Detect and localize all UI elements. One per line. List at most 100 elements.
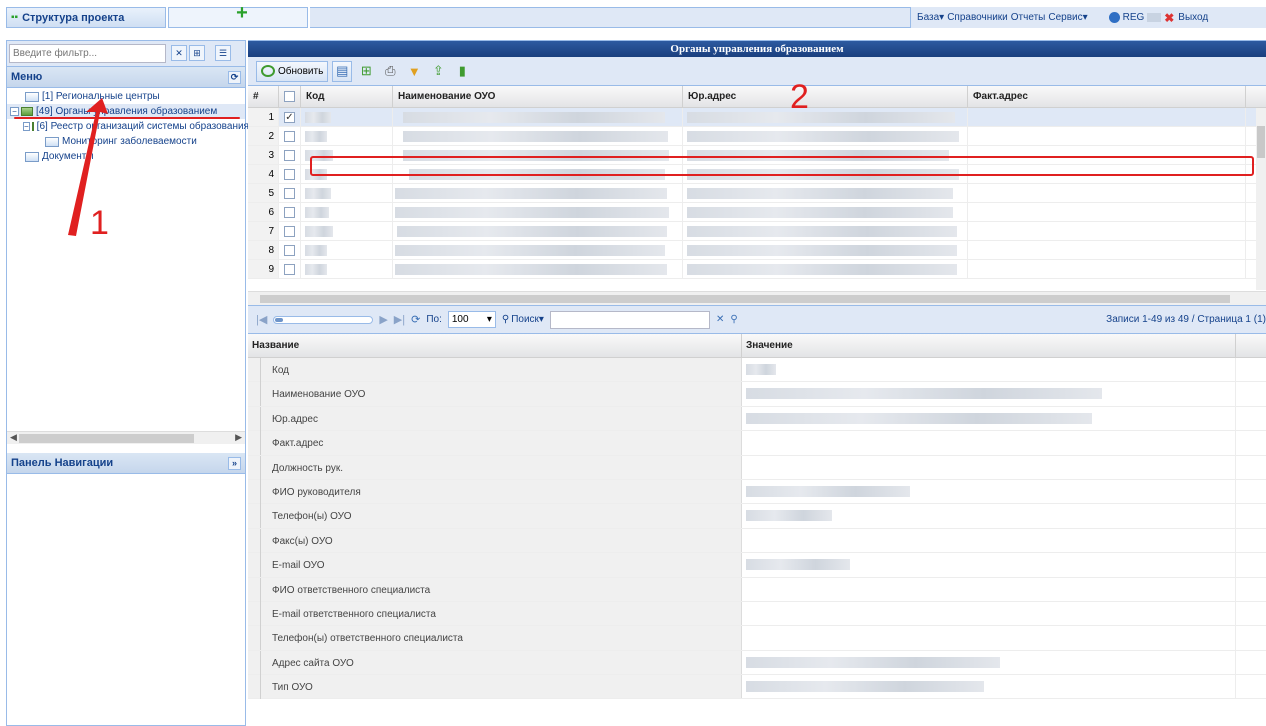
grid-vertical-scrollbar[interactable] <box>1256 108 1266 290</box>
search-dropdown[interactable]: ⚲ Поиск▾ <box>502 314 544 325</box>
scroll-thumb[interactable] <box>19 434 194 443</box>
add-tab-icon[interactable]: + <box>232 3 252 24</box>
prop-row[interactable]: ФИО ответственного специалиста <box>248 577 1266 602</box>
table-row[interactable]: 1 ✓ <box>248 108 1266 127</box>
prop-row[interactable]: Должность рук. <box>248 455 1266 480</box>
search-go-icon[interactable]: ⚲ <box>730 314 737 325</box>
prop-row[interactable]: E-mail ОУО <box>248 553 1266 578</box>
prop-row[interactable]: Юр.адрес <box>248 406 1266 432</box>
cell-fact-address <box>968 184 1246 202</box>
scroll-thumb[interactable] <box>260 295 1230 303</box>
table-row[interactable]: 8 <box>248 241 1266 260</box>
tree-item-registry[interactable]: − [6] Реестр организаций системы образов… <box>7 119 249 134</box>
scroll-left-icon[interactable]: ◀ <box>10 432 17 443</box>
first-page-icon[interactable]: |◀ <box>256 313 267 326</box>
prop-row[interactable]: Код <box>248 358 1266 383</box>
row-checkbox-cell[interactable] <box>279 165 301 183</box>
cell-name <box>393 127 683 145</box>
table-row[interactable]: 7 <box>248 222 1266 241</box>
cell-name <box>393 222 683 240</box>
add-record-icon[interactable]: ⊞ <box>356 61 376 82</box>
select-all-checkbox[interactable] <box>284 91 295 102</box>
clear-search-icon[interactable]: ✕ <box>716 314 724 325</box>
prop-name: E-mail ОУО <box>248 553 742 578</box>
col-jur-address[interactable]: Юр.адрес <box>683 86 968 107</box>
col-code[interactable]: Код <box>301 86 393 107</box>
menu-directories[interactable]: Справочники <box>947 12 1008 23</box>
export-icon[interactable]: ⇪ <box>428 61 448 82</box>
prop-extra <box>1236 529 1266 552</box>
collapse-icon[interactable]: − <box>23 122 30 131</box>
clear-filter-icon[interactable]: ✕ <box>171 45 187 61</box>
row-checkbox[interactable] <box>284 130 295 142</box>
collapse-icon[interactable]: − <box>10 107 19 116</box>
user-block[interactable]: REG <box>1108 12 1162 23</box>
scroll-thumb[interactable] <box>1257 126 1265 158</box>
row-checkbox-cell[interactable] <box>279 222 301 240</box>
exit-button[interactable]: ✖ Выход <box>1164 12 1208 24</box>
row-checkbox[interactable] <box>284 244 295 256</box>
chart-icon[interactable]: ▮ <box>452 61 472 82</box>
prop-row[interactable]: Телефон(ы) ОУО <box>248 504 1266 529</box>
nav-panel-header[interactable]: Панель Навигации » <box>7 453 245 474</box>
next-page-icon[interactable]: ▶ <box>379 313 387 326</box>
menu-horizontal-scrollbar[interactable]: ◀ ▶ <box>7 431 245 444</box>
expand-panel-icon[interactable]: » <box>228 457 241 470</box>
grid-view-icon[interactable]: ▤ <box>332 60 353 82</box>
prop-row[interactable]: Адрес сайта ОУО <box>248 650 1266 676</box>
menu-service[interactable]: Сервис▾ <box>1048 12 1087 23</box>
table-row[interactable]: 2 <box>248 127 1266 146</box>
refresh-menu-icon[interactable]: ⟳ <box>228 71 241 84</box>
table-row[interactable]: 6 <box>248 203 1266 222</box>
prop-row[interactable]: ФИО руководителя <box>248 479 1266 505</box>
expand-all-icon[interactable]: ⊞ <box>189 45 205 61</box>
tree-item-documents[interactable]: Документы <box>7 149 245 164</box>
row-checkbox[interactable] <box>284 263 295 275</box>
last-page-icon[interactable]: ▶| <box>394 313 405 326</box>
row-checkbox-cell[interactable] <box>279 127 301 145</box>
col-select-all[interactable] <box>279 86 301 107</box>
prop-row[interactable]: Телефон(ы) ответственного специалиста <box>248 626 1266 651</box>
prop-row[interactable]: Тип ОУО <box>248 675 1266 700</box>
row-checkbox-cell[interactable] <box>279 184 301 202</box>
prop-row[interactable]: Наименование ОУО <box>248 382 1266 407</box>
row-checkbox-cell[interactable] <box>279 241 301 259</box>
prop-extra <box>1236 553 1266 576</box>
filter-icon[interactable]: ▼ <box>404 61 424 82</box>
search-input[interactable] <box>549 310 710 329</box>
scroll-right-icon[interactable]: ▶ <box>235 432 242 443</box>
prop-row[interactable]: Факс(ы) ОУО <box>248 528 1266 554</box>
row-checkbox[interactable] <box>284 149 295 161</box>
row-number: 4 <box>248 165 279 183</box>
row-checkbox-checked[interactable]: ✓ <box>284 111 295 123</box>
table-row[interactable]: 9 <box>248 260 1266 279</box>
page-slider[interactable] <box>273 315 374 324</box>
menu-base[interactable]: База▾ <box>917 12 944 23</box>
prop-value <box>742 528 1236 553</box>
row-checkbox[interactable] <box>284 225 295 237</box>
row-checkbox-cell[interactable]: ✓ <box>279 108 301 126</box>
row-checkbox[interactable] <box>284 168 295 180</box>
filter-input[interactable] <box>9 44 166 63</box>
refresh-button[interactable]: Обновить <box>256 60 329 82</box>
prop-row[interactable]: E-mail ответственного специалиста <box>248 601 1266 627</box>
refresh-page-icon[interactable]: ⟳ <box>411 313 420 326</box>
row-checkbox-cell[interactable] <box>279 146 301 164</box>
row-checkbox[interactable] <box>284 206 295 218</box>
table-row[interactable]: 5 <box>248 184 1266 203</box>
print-icon[interactable]: ⎙ <box>380 61 400 82</box>
prop-row[interactable]: Факт.адрес <box>248 431 1266 456</box>
col-name[interactable]: Наименование ОУО <box>393 86 683 107</box>
tree-item-regional-centers[interactable]: [1] Региональные центры <box>7 89 245 104</box>
tab-project-structure[interactable]: ▪▪ Структура проекта <box>6 7 166 28</box>
row-checkbox-cell[interactable] <box>279 260 301 278</box>
row-checkbox[interactable] <box>284 187 295 199</box>
prop-value <box>742 431 1236 455</box>
list-icon[interactable]: ☰ <box>215 45 231 61</box>
col-fact-address[interactable]: Факт.адрес <box>968 86 1246 107</box>
grid-horizontal-scrollbar[interactable] <box>248 291 1266 305</box>
menu-reports[interactable]: Отчеты <box>1011 12 1046 23</box>
page-size-select[interactable]: 100 ▾ <box>447 311 496 328</box>
row-checkbox-cell[interactable] <box>279 203 301 221</box>
tree-item-monitoring[interactable]: Мониторинг заболеваемости <box>7 134 245 149</box>
